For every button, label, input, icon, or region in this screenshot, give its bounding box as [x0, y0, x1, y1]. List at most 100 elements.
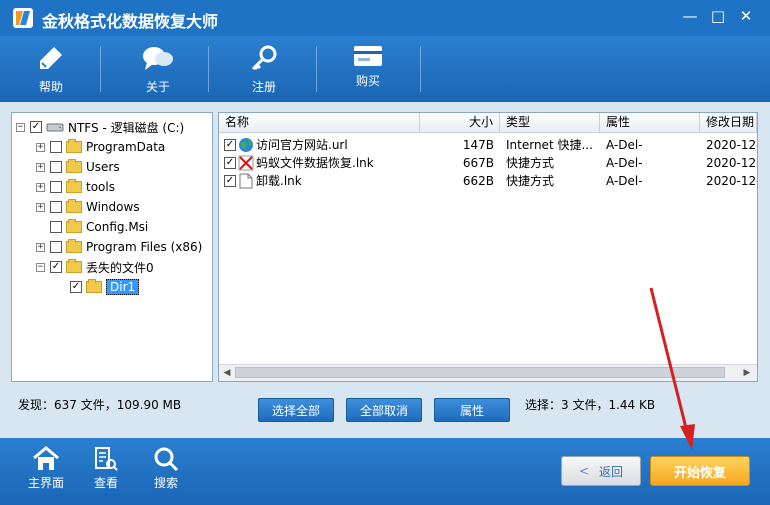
expand-toggle[interactable]: + — [36, 142, 45, 152]
close-button[interactable]: ✕ — [734, 5, 758, 27]
expand-toggle[interactable]: + — [36, 242, 45, 252]
collapse-toggle[interactable]: − — [36, 262, 45, 272]
file-type: 快捷方式 — [506, 156, 555, 170]
tree-root[interactable]: − ✓ NTFS - 逻辑磁盘 (C:) — [16, 117, 202, 137]
back-button[interactable]: < 返回 — [561, 456, 641, 486]
toolbar-divider — [420, 46, 421, 92]
deselect-all-button[interactable]: 全部取消 — [346, 398, 422, 422]
folder-icon — [66, 219, 82, 233]
column-header-size[interactable]: 大小 — [420, 113, 500, 133]
folder-icon — [86, 279, 102, 293]
folder-icon — [66, 179, 82, 193]
buy-button[interactable]: 购买 — [328, 36, 408, 102]
column-header-type[interactable]: 类型 — [500, 113, 600, 133]
tree-item-checkbox[interactable] — [50, 201, 62, 213]
table-row[interactable]: ✓ 访问官方网站.url 147B Internet 快捷... A-Del- … — [219, 136, 757, 154]
card-icon — [354, 46, 382, 66]
row-checkbox[interactable]: ✓ — [224, 157, 236, 169]
column-header-name[interactable]: 名称 — [219, 113, 420, 133]
main-area: − ✓ NTFS - 逻辑磁盘 (C:) + ProgramData + Use… — [0, 102, 770, 438]
folder-icon — [66, 199, 82, 213]
tree-item-config-msi[interactable]: Config.Msi — [36, 217, 202, 237]
tree-item-programdata[interactable]: + ProgramData — [36, 137, 202, 157]
tree-item-label: tools — [86, 180, 115, 194]
file-type: Internet 快捷... — [506, 138, 593, 152]
tree-item-users[interactable]: + Users — [36, 157, 202, 177]
help-label: 帮助 — [38, 80, 63, 94]
expand-toggle[interactable]: + — [36, 202, 45, 212]
tree-root-label: NTFS - 逻辑磁盘 (C:) — [68, 120, 185, 135]
tree-item-checkbox[interactable] — [50, 181, 62, 193]
toolbar-divider — [208, 46, 209, 92]
view-label: 查看 — [93, 476, 118, 490]
about-label: 关于 — [145, 80, 170, 94]
row-checkbox[interactable]: ✓ — [224, 139, 236, 151]
minimize-button[interactable]: — — [678, 5, 702, 27]
tree-item-checkbox[interactable] — [50, 241, 62, 253]
file-list[interactable]: 名称 大小 类型 属性 修改日期 ✓ 访问官方网站.url 147B Inter… — [218, 112, 758, 382]
collapse-toggle[interactable]: − — [16, 122, 25, 132]
tree-item-dir1[interactable]: ✓ Dir1 — [36, 277, 202, 297]
table-row[interactable]: ✓ 蚂蚁文件数据恢复.lnk 667B 快捷方式 A-Del- 2020-12- — [219, 154, 757, 172]
properties-button[interactable]: 属性 — [434, 398, 510, 422]
buy-label: 购买 — [355, 74, 380, 88]
title-bar: 金秋格式化数据恢复大师 — □ ✕ — [0, 0, 770, 36]
help-button[interactable]: 帮助 — [11, 36, 91, 102]
app-logo-icon — [13, 8, 33, 28]
tree-item-checkbox[interactable] — [50, 161, 62, 173]
toolbar-divider — [100, 46, 101, 92]
file-date: 2020-12- — [706, 156, 757, 170]
tree-item-label: ProgramData — [86, 140, 166, 154]
table-row[interactable]: ✓ 卸载.lnk 662B 快捷方式 A-Del- 2020-12- — [219, 172, 757, 190]
scroll-right-icon[interactable]: ▶ — [741, 367, 753, 379]
file-date: 2020-12- — [706, 174, 757, 188]
column-header-attr[interactable]: 属性 — [600, 113, 700, 133]
tree-item-program-files-x86[interactable]: + Program Files (x86) — [36, 237, 202, 257]
maximize-button[interactable]: □ — [706, 5, 730, 27]
file-size: 662B — [462, 174, 494, 188]
view-button[interactable]: 查看 — [76, 438, 136, 505]
start-restore-button[interactable]: 开始恢复 — [650, 456, 750, 486]
tree-item-windows[interactable]: + Windows — [36, 197, 202, 217]
chevron-left-icon: < — [578, 464, 590, 478]
tree-item-checkbox[interactable] — [50, 141, 62, 153]
file-size: 147B — [462, 138, 494, 152]
folder-tree[interactable]: − ✓ NTFS - 逻辑磁盘 (C:) + ProgramData + Use… — [11, 112, 213, 382]
tree-item-checkbox[interactable]: ✓ — [70, 281, 82, 293]
key-icon — [251, 45, 277, 71]
row-checkbox[interactable]: ✓ — [224, 175, 236, 187]
file-attr: A-Del- — [606, 156, 643, 170]
scroll-left-icon[interactable]: ◀ — [221, 367, 233, 379]
column-header-date[interactable]: 修改日期 — [700, 113, 757, 133]
folder-icon — [66, 139, 82, 153]
expand-toggle[interactable]: + — [36, 182, 45, 192]
selected-summary: 选择：3 文件，1.44 KB — [525, 398, 656, 412]
home-label: 主界面 — [27, 476, 64, 490]
file-icon — [239, 173, 253, 189]
file-type: 快捷方式 — [506, 174, 555, 188]
tree-item-checkbox[interactable] — [50, 221, 62, 233]
document-search-icon — [95, 447, 118, 471]
select-all-button[interactable]: 选择全部 — [258, 398, 334, 422]
app-title: 金秋格式化数据恢复大师 — [42, 12, 219, 31]
scrollbar-thumb[interactable] — [235, 367, 725, 378]
home-button[interactable]: 主界面 — [16, 438, 76, 505]
search-button[interactable]: 搜索 — [136, 438, 196, 505]
tree-item-label: Windows — [86, 200, 140, 214]
globe-icon — [239, 138, 253, 152]
file-attr: A-Del- — [606, 138, 643, 152]
tree-item-tools[interactable]: + tools — [36, 177, 202, 197]
folder-icon — [66, 239, 82, 253]
drive-icon — [46, 123, 64, 132]
tree-root-checkbox[interactable]: ✓ — [30, 121, 42, 133]
tree-item-lost-files[interactable]: − ✓ 丢失的文件0 — [36, 257, 202, 277]
tree-item-label: Program Files (x86) — [86, 240, 203, 254]
tree-item-checkbox[interactable]: ✓ — [50, 261, 62, 273]
register-button[interactable]: 注册 — [224, 36, 304, 102]
register-label: 注册 — [251, 80, 276, 94]
file-size: 667B — [462, 156, 494, 170]
footer-bar: 主界面 查看 搜索 < 返回 开始恢复 — [0, 438, 770, 505]
about-button[interactable]: 关于 — [118, 36, 198, 102]
horizontal-scrollbar[interactable]: ◀ ▶ — [219, 364, 757, 381]
expand-toggle[interactable]: + — [36, 162, 45, 172]
